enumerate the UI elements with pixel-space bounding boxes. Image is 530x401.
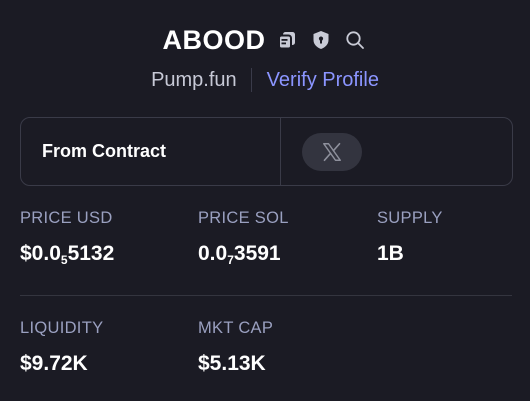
copy-icon[interactable] [274, 27, 300, 53]
mkt-cap-label: MKT CAP [198, 319, 274, 337]
stat-supply: SUPPLY 1B [377, 209, 443, 266]
token-info-panel: ABOOD Pump.fun Verify Profile From Contr… [0, 0, 530, 401]
price-usd-label: PRICE USD [20, 209, 113, 227]
supply-label: SUPPLY [377, 209, 443, 227]
search-icon[interactable] [342, 27, 368, 53]
social-links [281, 118, 512, 185]
price-sol-value: 0.073591 [198, 242, 281, 267]
token-name: ABOOD [162, 24, 266, 55]
liquidity-value: $9.72K [20, 352, 88, 375]
supply-value: 1B [377, 242, 404, 265]
stats-divider [20, 295, 512, 296]
stat-price-sol: PRICE SOL 0.073591 [198, 209, 289, 266]
verify-profile-link[interactable]: Verify Profile [252, 69, 379, 92]
price-usd-value: $0.055132 [20, 242, 115, 267]
contract-box: From Contract [20, 117, 513, 186]
shield-icon[interactable] [308, 27, 334, 53]
from-contract-label: From Contract [21, 118, 281, 185]
launchpad-source: Pump.fun [151, 68, 237, 91]
source-row: Pump.fun Verify Profile [0, 64, 530, 96]
stat-liquidity: LIQUIDITY $9.72K [20, 319, 103, 376]
x-logo-icon [323, 142, 341, 161]
title-row: ABOOD [0, 22, 530, 58]
price-sol-label: PRICE SOL [198, 209, 289, 227]
x-social-button[interactable] [302, 132, 362, 171]
stat-mkt-cap: MKT CAP $5.13K [198, 319, 273, 376]
mkt-cap-value: $5.13K [198, 352, 266, 375]
stat-price-usd: PRICE USD $0.055132 [20, 209, 114, 266]
liquidity-label: LIQUIDITY [20, 319, 104, 337]
